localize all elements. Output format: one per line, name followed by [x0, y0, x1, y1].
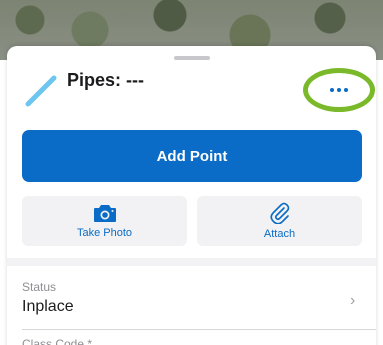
- status-value: Inplace: [22, 298, 74, 315]
- take-photo-button[interactable]: Take Photo: [22, 196, 187, 246]
- status-label: Status: [22, 280, 57, 294]
- section-separator: [7, 258, 376, 266]
- attach-button[interactable]: Attach: [197, 196, 362, 246]
- status-field[interactable]: Status Inplace ›: [7, 266, 376, 328]
- drag-handle[interactable]: [174, 56, 210, 60]
- attach-label: Attach: [263, 228, 296, 240]
- take-photo-label: Take Photo: [76, 227, 133, 239]
- pipe-line-icon: [25, 75, 57, 107]
- ellipsis-icon: [330, 88, 348, 92]
- field-divider: [22, 329, 376, 330]
- feature-sheet: Pipes: --- Add Point Take Photo Attach S…: [7, 46, 376, 345]
- feature-title: Pipes: ---: [67, 70, 145, 90]
- screen: Pipes: --- Add Point Take Photo Attach S…: [0, 0, 383, 345]
- chevron-right-icon: ›: [350, 292, 356, 309]
- add-point-button[interactable]: Add Point: [22, 130, 362, 182]
- paperclip-icon: [269, 202, 289, 224]
- more-options-button[interactable]: [303, 68, 375, 112]
- class-code-label: Class Code *: [22, 337, 93, 345]
- camera-icon: [93, 205, 116, 222]
